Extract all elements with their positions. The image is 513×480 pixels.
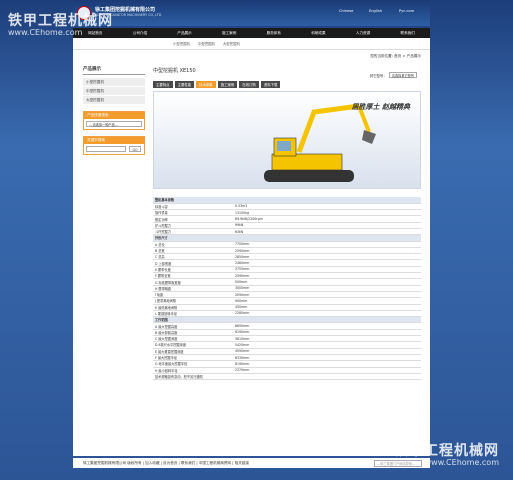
watermark-title: 铁甲工程机械网 (8, 13, 113, 29)
nav-item[interactable]: 科研成果 (311, 31, 325, 36)
main-nav: 网站首页 公司介绍 产品展示 施工案例 服务体系 科研成果 人力资源 联系我们 (73, 28, 430, 38)
watermark-title: 铁甲工程机械网 (394, 443, 499, 459)
keyword-search-panel: 关键字搜索 GO (83, 136, 145, 155)
spec-note: 技术规格如有变动，恕不另行通知 (153, 373, 421, 381)
nav-item[interactable]: 公司介绍 (133, 31, 147, 36)
nav-item[interactable]: 联系我们 (401, 31, 415, 36)
lang-russian[interactable]: Рус.com (399, 9, 414, 13)
site-footer: 徐工集团挖掘机械有限公司 版权所有 | 加入收藏 | 设为首页 | 联系我们 |… (73, 456, 430, 468)
tab-features[interactable]: 主要特点 (153, 81, 173, 88)
site-header: 徐工集团挖掘机械有限公司 XCMG EXCAVATOR MACHINERY CO… (73, 0, 430, 26)
other-model: 其它型号： 请选择其它型号 (370, 72, 417, 78)
category-item[interactable]: 中型挖掘机 (83, 87, 145, 96)
portal-nav-select[interactable]: —徐工集团门户网站导航— (374, 460, 422, 467)
nav-item[interactable]: 人力资源 (356, 31, 370, 36)
footer-company: 徐工集团挖掘机械有限公司 版权所有 (83, 461, 142, 465)
footer-links[interactable]: | 加入收藏 | 设为首页 | 联系我们 | 中国工程机械商贸网 | 相关链接 (143, 461, 249, 465)
tab-order[interactable]: 在线订购 (239, 81, 259, 88)
product-select[interactable]: ---请选择一种产品--- (86, 121, 142, 127)
tab-specs[interactable]: 技术参数 (196, 81, 216, 88)
product-banner: 居胜厚土 赵越精典 (153, 91, 421, 189)
lang-english[interactable]: English (369, 9, 382, 13)
model-select[interactable]: 请选择其它型号 (388, 72, 417, 78)
product-tabs: 主要特点 主要性能 技术参数 施工案例 在线订购 资料下载 (153, 81, 421, 88)
sidebar-heading: 产品展示 (83, 66, 145, 75)
watermark-url: www.CEhome.com (424, 458, 499, 467)
watermark-url: www.CEhome.com (8, 28, 83, 37)
category-item[interactable]: 小型挖掘机 (83, 78, 145, 87)
left-sidebar: 产品展示 小型挖掘机 中型挖掘机 大型挖掘机 产品快速搜索 ---请选择一种产品… (83, 66, 145, 155)
subnav-item[interactable]: 小型挖掘机 (173, 41, 190, 46)
main-content: 您的当前位置: 首页 > 产品展示 中型挖掘机 XE150 其它型号： 请选择其… (153, 54, 421, 381)
breadcrumb: 您的当前位置: 首页 > 产品展示 (370, 54, 421, 58)
other-model-label: 其它型号： (369, 73, 387, 78)
tab-cases[interactable]: 施工案例 (217, 81, 238, 88)
nav-item[interactable]: 产品展示 (177, 31, 191, 36)
panel-title: 关键字搜索 (84, 137, 144, 144)
tab-download[interactable]: 资料下载 (260, 81, 281, 88)
tab-performance[interactable]: 主要性能 (174, 81, 195, 88)
go-button[interactable]: GO (129, 146, 141, 152)
banner-slogan: 居胜厚土 赵越精典 (351, 102, 410, 111)
sub-nav: 小型挖掘机 中型挖掘机 大型挖掘机 (73, 38, 430, 50)
nav-item[interactable]: 服务体系 (267, 31, 281, 36)
nav-item[interactable]: 网站首页 (88, 31, 102, 36)
category-item[interactable]: 大型挖掘机 (83, 96, 145, 105)
lang-chinese[interactable]: Chinese (339, 9, 353, 13)
panel-title: 产品快速搜索 (84, 112, 144, 119)
spec-table: 整机基本参数 标准斗容 0.53m3 操作重量 13100kg 额定功率 69.9kW/22… (153, 197, 421, 381)
subnav-item[interactable]: 中型挖掘机 (198, 41, 215, 46)
keyword-input[interactable] (86, 146, 126, 152)
content-page: 产品展示 小型挖掘机 中型挖掘机 大型挖掘机 产品快速搜索 ---请选择一种产品… (73, 50, 430, 468)
product-search-panel: 产品快速搜索 ---请选择一种产品--- (83, 111, 145, 130)
subnav-item[interactable]: 大型挖掘机 (223, 41, 240, 46)
spec-row: 技术规格如有变动，恕不另行通知 (153, 373, 421, 381)
nav-item[interactable]: 施工案例 (222, 31, 236, 36)
